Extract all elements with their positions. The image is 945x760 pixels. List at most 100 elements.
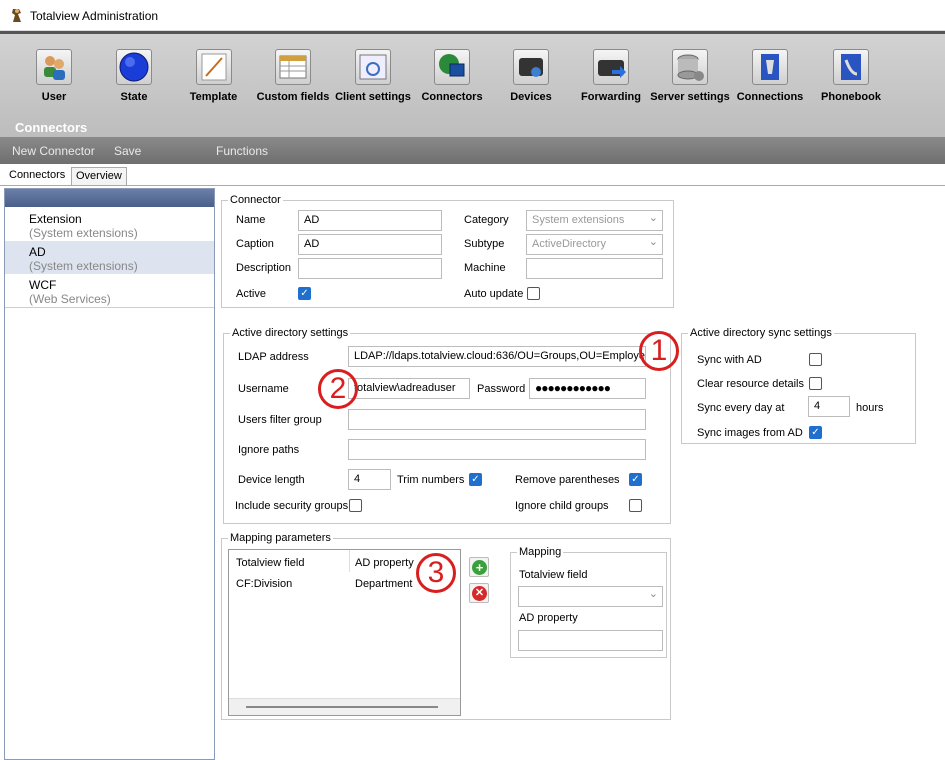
remove-parentheses-label: Remove parentheses — [515, 474, 620, 486]
connectors-icon — [434, 49, 470, 85]
window-title: Totalview Administration — [30, 9, 159, 23]
list-item[interactable]: WCF (Web Services) — [5, 274, 214, 307]
user-icon — [36, 49, 72, 85]
mapping-column-header: Totalview field — [236, 557, 305, 569]
sync-images-checkbox[interactable]: ✓ — [809, 426, 822, 439]
password-field[interactable]: ●●●●●●●●●●●● — [529, 378, 646, 399]
ribbon-connections-button[interactable]: Connections — [735, 49, 805, 103]
ad-property-field[interactable] — [518, 630, 663, 651]
tab-strip: Connectors Overview — [0, 164, 945, 186]
subtype-label: Subtype — [464, 238, 505, 250]
ribbon-template-button[interactable]: Template — [186, 49, 241, 103]
add-icon: + — [472, 560, 487, 575]
template-icon — [195, 49, 232, 85]
connector-type: (Web Services) — [29, 292, 111, 306]
ribbon-phonebook-button[interactable]: Phonebook — [818, 49, 884, 103]
active-checkbox[interactable]: ✓ — [298, 287, 311, 300]
connections-icon — [752, 49, 788, 85]
ribbon-client-settings-label: Client settings — [335, 91, 411, 103]
annotation-marker-3: 3 — [416, 553, 456, 593]
functions-menu[interactable]: Functions — [216, 144, 268, 158]
phonebook-icon — [833, 49, 869, 85]
include-security-groups-checkbox[interactable] — [349, 499, 362, 512]
table-row[interactable]: CF:Division — [236, 578, 292, 590]
description-label: Description — [236, 262, 292, 274]
device-length-field[interactable]: 4 — [348, 469, 391, 490]
scrollbar-thumb[interactable] — [246, 706, 438, 708]
device-length-label: Device length — [238, 474, 305, 486]
name-label: Name — [236, 214, 266, 226]
ribbon-template-label: Template — [189, 91, 238, 103]
connector-name: WCF — [29, 278, 57, 292]
mapping-detail-legend: Mapping — [519, 546, 562, 558]
connector-list-header — [5, 189, 214, 207]
ribbon-connections-label: Connections — [736, 91, 804, 103]
ribbon-forwarding-button[interactable]: Forwarding — [580, 49, 642, 103]
title-bar: Totalview Administration — [0, 0, 945, 31]
username-field[interactable]: totalview\adreaduser — [348, 378, 470, 399]
totalview-field-select[interactable] — [518, 586, 663, 607]
active-label: Active — [236, 288, 266, 300]
ribbon-user-button[interactable]: User — [34, 49, 74, 103]
totalview-field-label: Totalview field — [519, 569, 588, 581]
add-mapping-button[interactable]: + — [469, 557, 489, 577]
caption-field[interactable]: AD — [298, 234, 442, 255]
category-select[interactable]: System extensions — [526, 210, 663, 231]
description-field[interactable] — [298, 258, 442, 279]
trim-numbers-label: Trim numbers — [397, 474, 465, 486]
username-label: Username — [238, 383, 289, 395]
subtype-select[interactable]: ActiveDirectory — [526, 234, 663, 255]
ignore-paths-label: Ignore paths — [238, 444, 300, 456]
ignore-paths-field[interactable] — [348, 439, 646, 460]
remove-mapping-button[interactable]: ✕ — [469, 583, 489, 603]
ribbon-state-button[interactable]: State — [114, 49, 154, 103]
horizontal-scrollbar[interactable] — [229, 698, 460, 715]
trim-numbers-checkbox[interactable]: ✓ — [469, 473, 482, 486]
remove-icon: ✕ — [472, 586, 487, 601]
forwarding-icon — [593, 49, 629, 85]
machine-field[interactable] — [526, 258, 663, 279]
ldap-address-field[interactable]: LDAP://ldaps.totalview.cloud:636/OU=Grou… — [348, 346, 646, 367]
ribbon-devices-button[interactable]: Devices — [508, 49, 554, 103]
state-icon — [116, 49, 152, 85]
sync-hour-field[interactable]: 4 — [808, 396, 850, 417]
connector-name: Extension — [29, 212, 82, 226]
ribbon-state-label: State — [120, 91, 148, 103]
ribbon-connectors-button[interactable]: Connectors — [420, 49, 484, 103]
ribbon-client-settings-button[interactable]: Client settings — [333, 49, 413, 103]
ad-property-label: AD property — [519, 612, 578, 624]
ignore-child-groups-checkbox[interactable] — [629, 499, 642, 512]
mapping-row-field: CF:Division — [236, 578, 293, 590]
annotation-marker-2: 2 — [318, 369, 358, 409]
category-label: Category — [464, 214, 509, 226]
new-connector-button[interactable]: New Connector — [12, 144, 95, 158]
sync-with-ad-checkbox[interactable] — [809, 353, 822, 366]
save-button[interactable]: Save — [114, 144, 141, 158]
list-item[interactable]: Extension (System extensions) — [5, 208, 214, 241]
name-field[interactable]: AD — [298, 210, 442, 231]
users-filter-group-field[interactable] — [348, 409, 646, 430]
custom-fields-icon — [275, 49, 311, 85]
remove-parentheses-checkbox[interactable]: ✓ — [629, 473, 642, 486]
ribbon-section-title: Connectors — [15, 120, 88, 135]
ribbon-custom-fields-button[interactable]: Custom fields — [254, 49, 332, 103]
app-logo-icon — [10, 7, 24, 23]
clear-resource-details-checkbox[interactable] — [809, 377, 822, 390]
devices-icon — [513, 49, 549, 85]
ribbon-forwarding-label: Forwarding — [581, 91, 641, 103]
server-settings-icon — [672, 49, 708, 85]
ldap-address-label: LDAP address — [238, 351, 309, 363]
machine-label: Machine — [464, 262, 506, 274]
list-item[interactable]: AD (System extensions) — [5, 241, 214, 274]
ribbon-server-settings-button[interactable]: Server settings — [650, 49, 730, 103]
ribbon: User State Template Custom fields Client… — [0, 31, 945, 137]
sync-every-day-label: Sync every day at — [697, 402, 785, 414]
sync-with-ad-label: Sync with AD — [697, 354, 762, 366]
auto-update-checkbox[interactable] — [527, 287, 540, 300]
tab-connectors[interactable]: Connectors — [5, 167, 70, 185]
annotation-marker-1: 1 — [639, 331, 679, 371]
mapping-legend: Mapping parameters — [230, 532, 331, 544]
mapping-column-header: AD property — [355, 557, 414, 569]
clear-resource-details-label: Clear resource details — [697, 378, 804, 390]
tab-overview[interactable]: Overview — [71, 167, 127, 185]
